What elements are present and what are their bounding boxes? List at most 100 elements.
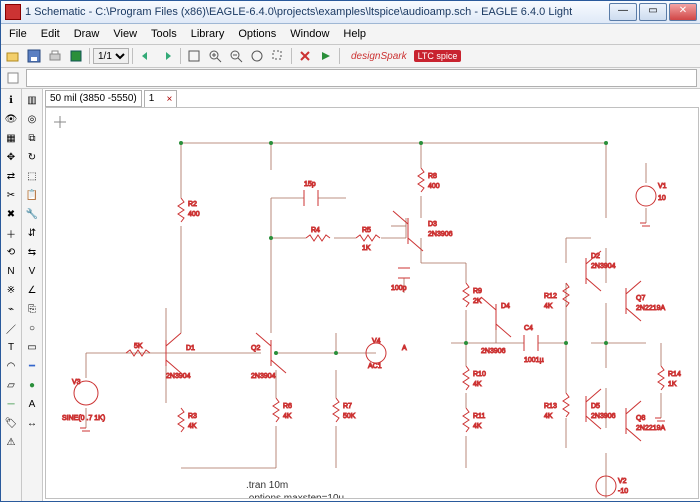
change-icon[interactable]: 🔧 [23,205,41,223]
zoom-select[interactable]: 1/1 [93,48,129,64]
smash-icon[interactable]: ※ [2,281,20,299]
command-input[interactable] [26,69,697,87]
info-icon[interactable]: ℹ [2,91,20,109]
schematic-canvas[interactable]: R2 400 R3 4K 5K V3 SINE(0 .7 1K) [45,107,699,499]
arc-icon[interactable]: ◠ [2,357,20,375]
gateswap-icon[interactable]: ⇆ [23,243,41,261]
delete-icon[interactable]: ✖ [2,205,20,223]
left-tool-column-2: ▥ ◎ ⧉ ↻ ⬚ 📋 🔧 ⇵ ⇆ V ∠ ⎘ ○ ▭ ━ ● A ↔ [22,89,43,501]
svg-text:R4: R4 [311,227,320,234]
pinswap-icon[interactable]: ⇵ [23,224,41,242]
group-icon[interactable]: ⬚ [23,167,41,185]
app-window: 1 Schematic - C:\Program Files (x86)\EAG… [0,0,700,502]
junction-icon[interactable]: ● [23,376,41,394]
mark-icon[interactable]: ◎ [23,110,41,128]
menu-help[interactable]: Help [337,26,372,42]
close-tab-icon[interactable]: × [166,92,172,108]
junctions [179,141,608,355]
display-icon[interactable]: ▥ [23,91,41,109]
copy-icon[interactable]: ⧉ [23,129,41,147]
board-icon[interactable] [66,46,86,66]
net-icon[interactable]: ─ [2,395,20,413]
body-row: ℹ 👁 ▦ ✥ ⇄ ✂ ✖ ＋ ⟲ N ※ ⌁ ／ T ◠ ▱ ─ 🏷 ⚠ ▥ … [1,89,700,501]
svg-text:R8: R8 [428,173,437,180]
maximize-button[interactable]: ▭ [639,3,667,21]
close-button[interactable]: ✕ [669,3,697,21]
menu-file[interactable]: File [3,26,33,42]
show-icon[interactable]: 👁 [2,110,20,128]
svg-text:D5: D5 [591,403,600,410]
menu-options[interactable]: Options [232,26,282,42]
svg-text:400: 400 [188,211,200,218]
svg-text:1001µ: 1001µ [524,357,544,364]
name-icon[interactable]: N [2,262,20,280]
left-tool-column-1: ℹ 👁 ▦ ✥ ⇄ ✂ ✖ ＋ ⟲ N ※ ⌁ ／ T ◠ ▱ ─ 🏷 ⚠ [1,89,22,501]
zoom-redraw-icon[interactable] [247,46,267,66]
erc-icon[interactable]: ⚠ [2,433,20,451]
sheet-tab[interactable]: 1× [144,90,178,107]
tab-row: 50 mil (3850 -5550) 1× [43,89,700,107]
cancel-icon[interactable] [295,46,315,66]
components: R2 400 R3 4K 5K V3 SINE(0 .7 1K) [62,168,681,496]
separator [180,48,181,64]
svg-text:V1: V1 [658,183,667,190]
save-icon[interactable] [24,46,44,66]
menu-draw[interactable]: Draw [68,26,106,42]
menu-window[interactable]: Window [284,26,335,42]
mirror-icon[interactable]: ⇄ [2,167,20,185]
value-icon[interactable]: V [23,262,41,280]
circle-icon[interactable]: ○ [23,319,41,337]
paste-icon[interactable]: 📋 [23,186,41,204]
open-icon[interactable] [3,46,23,66]
menu-view[interactable]: View [107,26,143,42]
menu-tools[interactable]: Tools [145,26,183,42]
go-icon[interactable] [316,46,336,66]
rect-icon[interactable]: ▭ [23,338,41,356]
menu-bar: File Edit Draw View Tools Library Option… [1,24,700,45]
redo-icon[interactable] [157,46,177,66]
spice-tran: .tran 10m [246,480,288,491]
minimize-button[interactable]: — [609,3,637,21]
split-icon[interactable]: ⌁ [2,300,20,318]
svg-text:D2: D2 [591,253,600,260]
svg-text:Q2: Q2 [251,345,260,352]
layer-icon[interactable]: ▦ [2,129,20,147]
undo-icon[interactable] [136,46,156,66]
polygon-icon[interactable]: ▱ [2,376,20,394]
svg-text:4K: 4K [473,381,482,388]
zoom-fit-icon[interactable] [184,46,204,66]
svg-text:2N3904: 2N3904 [251,373,276,380]
invoke-icon[interactable]: ⎘ [23,300,41,318]
wire-icon[interactable]: ／ [2,319,20,337]
zoom-in-icon[interactable] [205,46,225,66]
zoom-out-icon[interactable] [226,46,246,66]
svg-text:R2: R2 [188,201,197,208]
label-icon[interactable]: 🏷 [2,414,20,432]
svg-text:2K: 2K [473,298,482,305]
svg-text:C4: C4 [524,325,533,332]
move-icon[interactable]: ✥ [2,148,20,166]
svg-text:Q7: Q7 [636,295,645,302]
bus-icon[interactable]: ━ [23,357,41,375]
text-icon[interactable]: T [2,338,20,356]
menu-edit[interactable]: Edit [35,26,66,42]
dimension-icon[interactable]: ↔ [23,414,41,432]
svg-text:SINE(0 .7 1K): SINE(0 .7 1K) [62,415,105,422]
svg-text:R10: R10 [473,371,486,378]
svg-text:4K: 4K [544,303,553,310]
replace-icon[interactable]: ⟲ [2,243,20,261]
attribute-icon[interactable]: A [23,395,41,413]
menu-library[interactable]: Library [185,26,231,42]
svg-text:1K: 1K [668,381,677,388]
svg-text:D4: D4 [501,303,510,310]
rotate-icon[interactable]: ↻ [23,148,41,166]
zoom-select-icon[interactable] [268,46,288,66]
separator [89,48,90,64]
svg-text:2N2219A: 2N2219A [636,425,666,432]
print-icon[interactable] [45,46,65,66]
cut-icon[interactable]: ✂ [2,186,20,204]
miter-icon[interactable]: ∠ [23,281,41,299]
designspark-logo: designSpark [351,51,407,62]
history-icon[interactable] [3,68,23,88]
add-icon[interactable]: ＋ [2,224,20,242]
